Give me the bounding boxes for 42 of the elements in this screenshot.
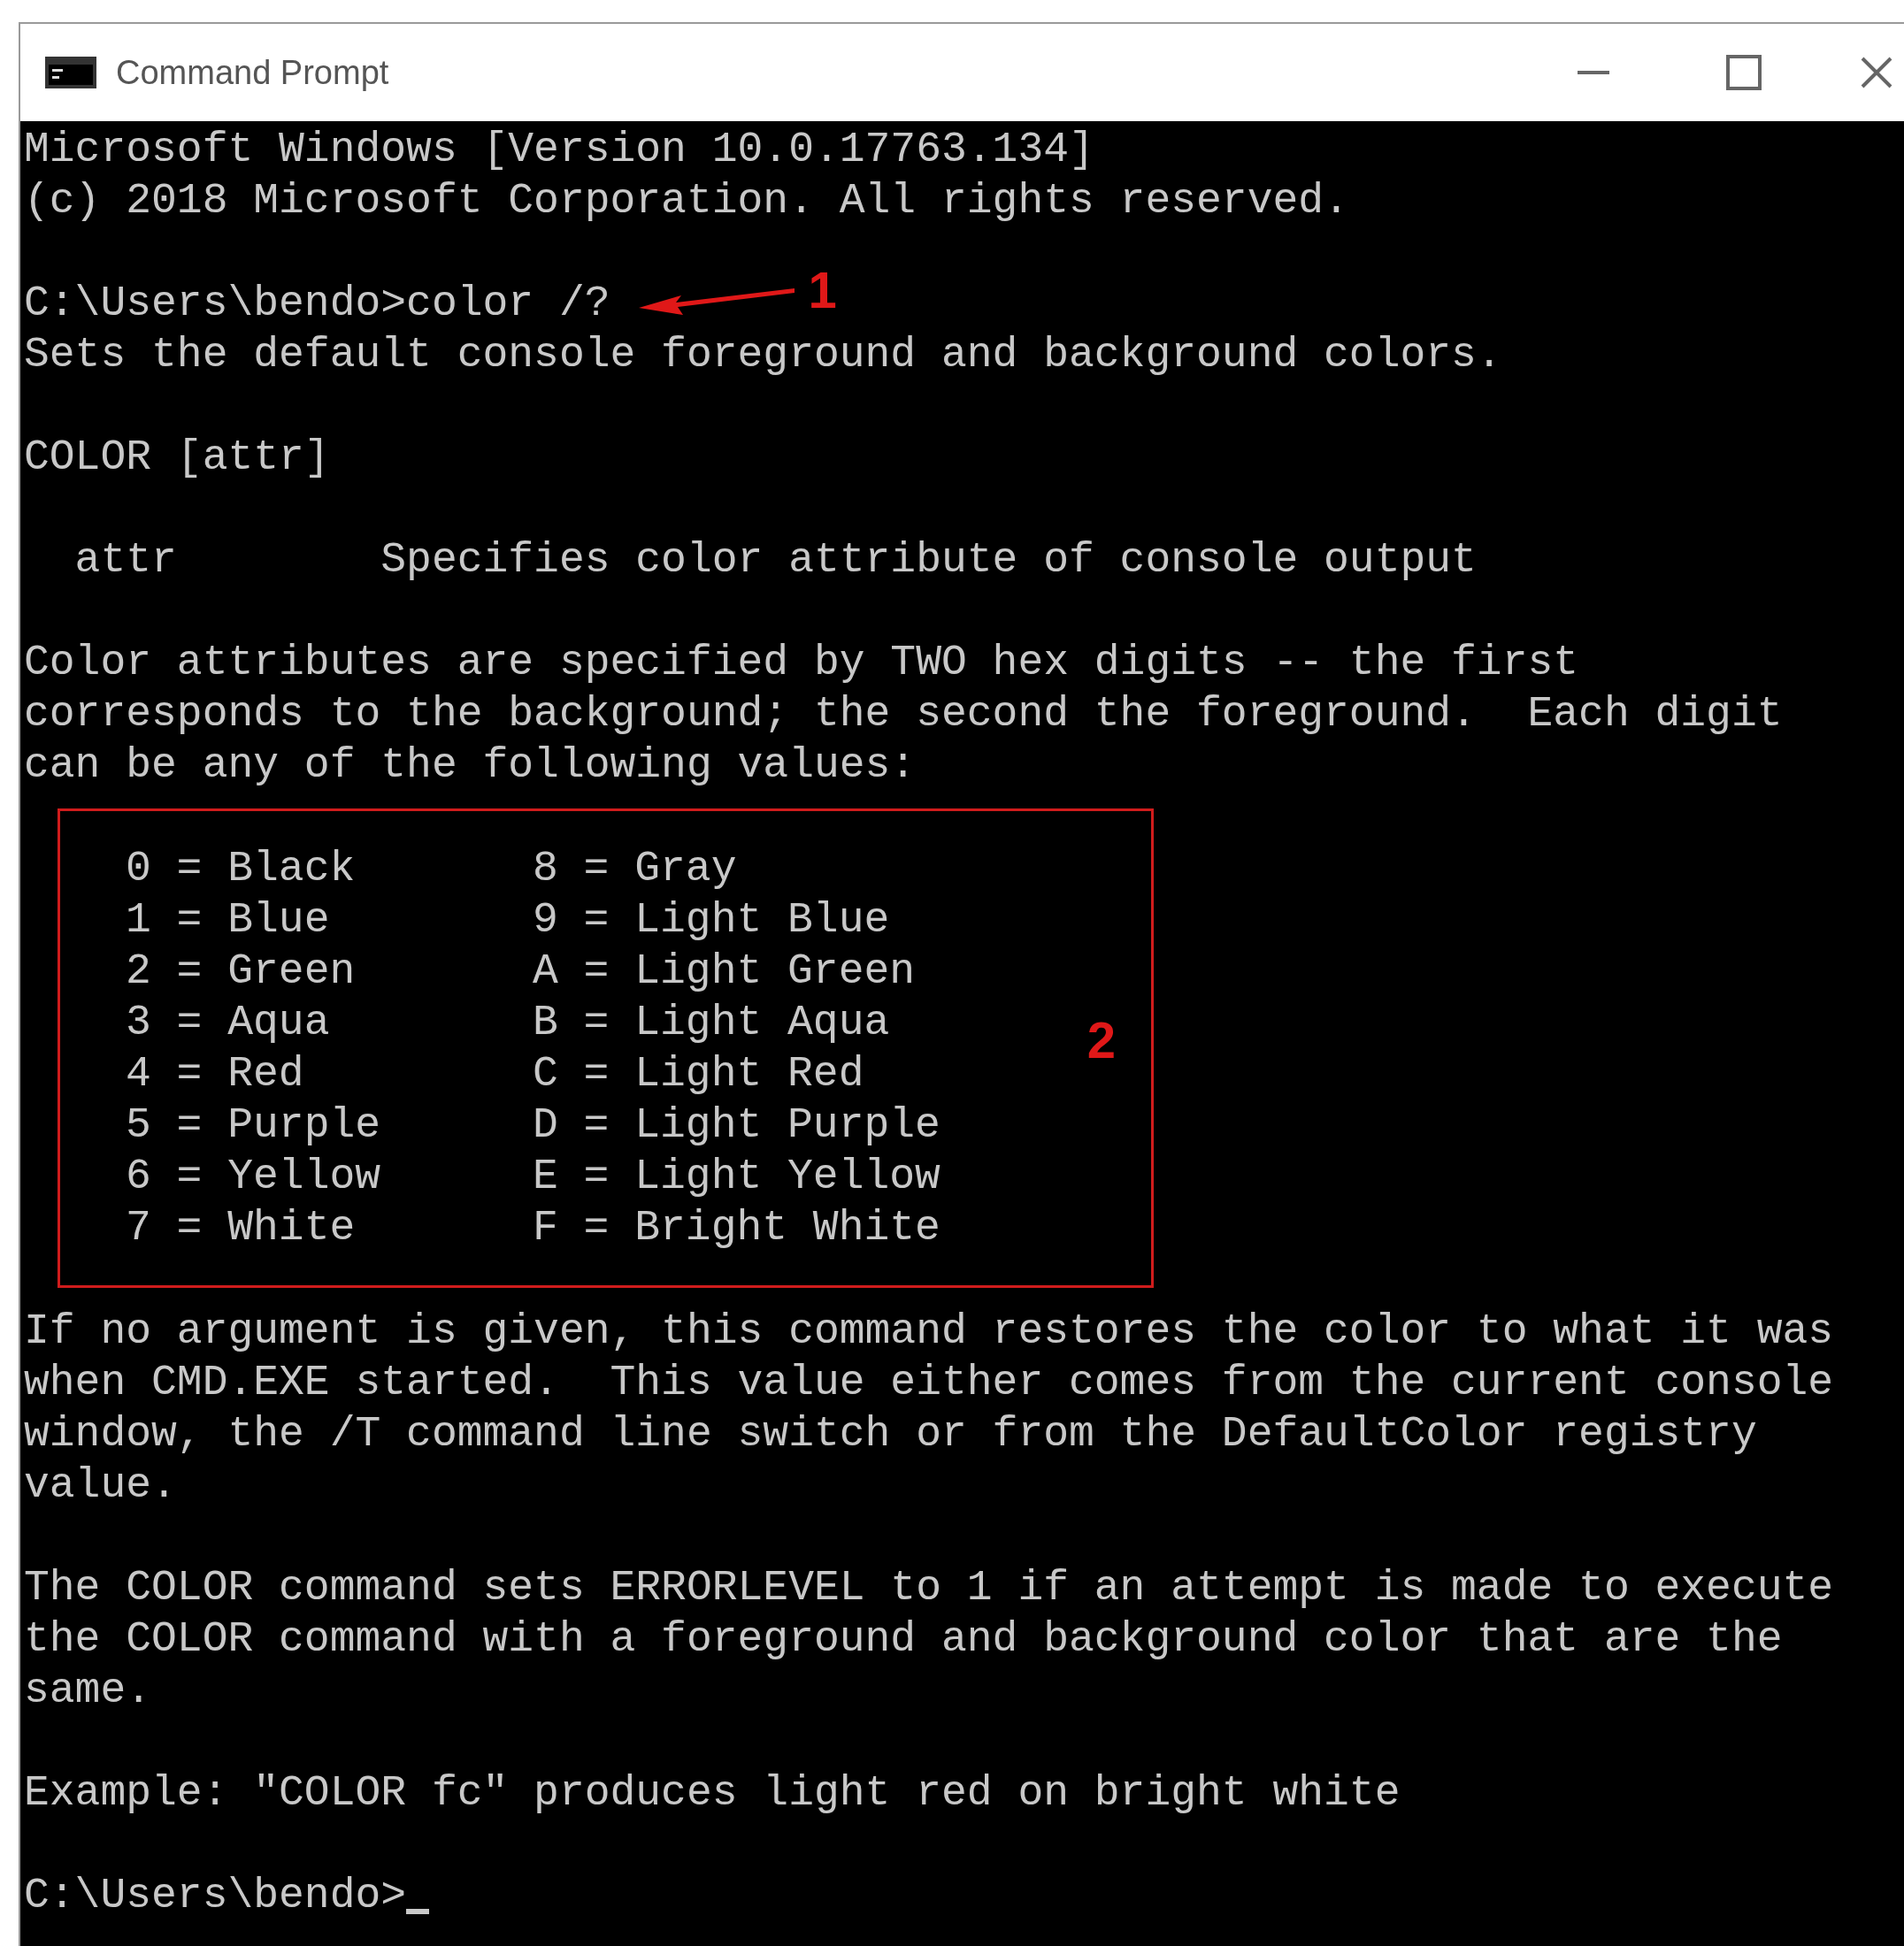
console-line: Sets the default console foreground and background colors.: [24, 330, 1502, 380]
color-entry: 7 = White: [126, 1203, 357, 1253]
console-line: attr Specifies color attribute of console output: [73, 535, 1477, 586]
console-line: when CMD.EXE started. This value either comes from the current console: [24, 1358, 1834, 1408]
console-line: can be any of the following values:: [24, 740, 917, 791]
console-line: window, the /T command line switch or from the DefaultColor registry: [24, 1409, 1757, 1460]
console-icon: [45, 57, 96, 88]
console-line: Microsoft Windows [Version 10.0.17763.134]: [24, 125, 1094, 175]
console-line: If no argument is given, this command restores the color to what it was: [24, 1306, 1834, 1357]
console-line: Example: "COLOR fc" produces light red on bright white: [24, 1768, 1401, 1819]
color-entry: 0 = Black: [126, 844, 357, 894]
console-line: Color attributes are specified by TWO hex digits -- the first: [24, 638, 1579, 688]
maximize-icon: [1726, 55, 1762, 90]
color-entry: B = Light Aqua: [533, 998, 890, 1048]
console-line: COLOR [attr]: [24, 433, 330, 483]
color-entry: 6 = Yellow: [126, 1152, 382, 1202]
color-entry: 9 = Light Blue: [533, 895, 890, 946]
color-entry: 3 = Aqua: [126, 998, 331, 1048]
close-icon: [1859, 55, 1894, 90]
console-line: (c) 2018 Microsoft Corporation. All rights reserved.: [24, 176, 1349, 226]
window-title: Command Prompt: [116, 52, 389, 93]
color-entry: F = Bright White: [533, 1203, 940, 1253]
console-line: same.: [24, 1666, 152, 1716]
color-entry: C = Light Red: [533, 1049, 864, 1099]
minimize-icon: [1578, 71, 1609, 74]
console-line: The COLOR command sets ERRORLEVEL to 1 if an attempt is made to execute: [24, 1563, 1834, 1613]
color-entry: 1 = Blue: [126, 895, 331, 946]
console-line: value.: [24, 1460, 177, 1511]
color-entry: E = Light Yellow: [533, 1152, 940, 1202]
color-entry: 8 = Gray: [533, 844, 737, 894]
command-prompt: C:\Users\bendo>: [24, 1871, 407, 1921]
command-line: C:\Users\bendo>color /?: [24, 279, 610, 329]
console-line: the COLOR command with a foreground and background color that are the: [24, 1614, 1783, 1665]
color-entry: D = Light Purple: [533, 1100, 940, 1151]
color-entry: A = Light Green: [533, 946, 916, 997]
color-entry: 4 = Red: [126, 1049, 305, 1099]
annotation-number: 2: [1086, 1015, 1116, 1066]
text-cursor: [406, 1909, 430, 1914]
color-entry: 5 = Purple: [126, 1100, 382, 1151]
color-entry: 2 = Green: [126, 946, 357, 997]
console-line: corresponds to the background; the second the foreground. Each digit: [24, 689, 1783, 739]
annotation-number: 1: [808, 264, 837, 316]
